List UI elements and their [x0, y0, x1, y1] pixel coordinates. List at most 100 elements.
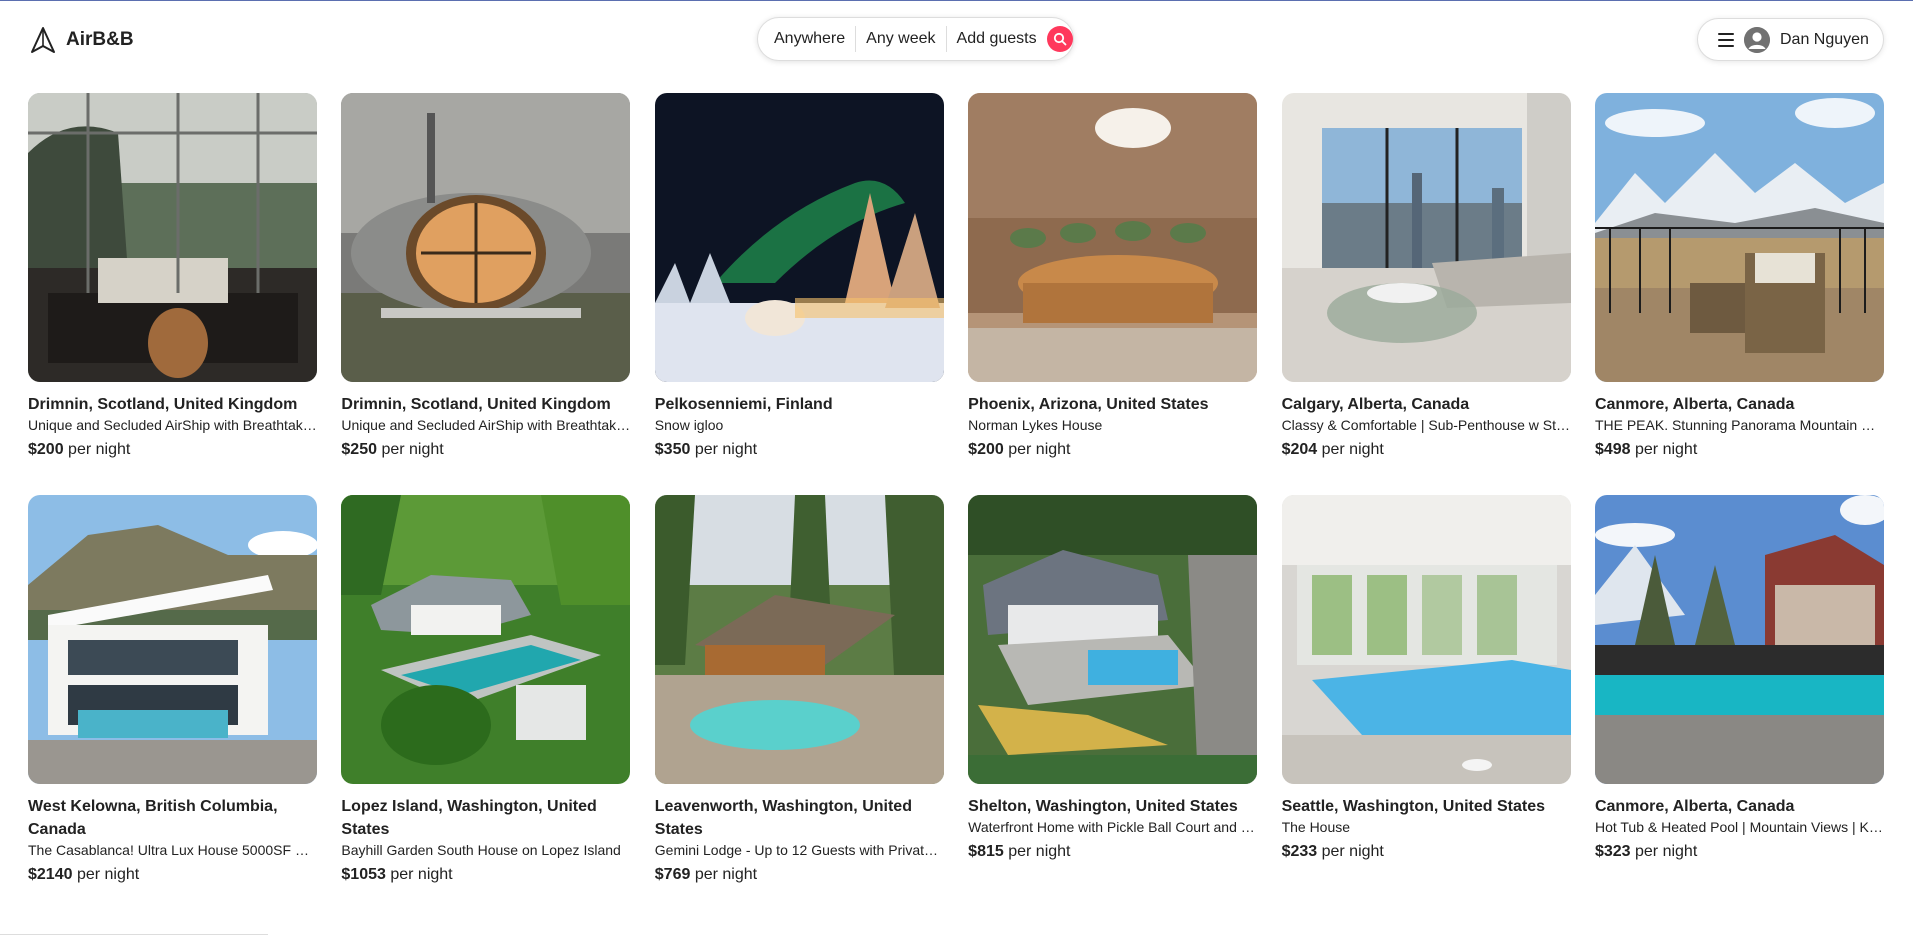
listing-title: Unique and Secluded AirShip with Breatht… — [341, 417, 631, 433]
brand-name: AirB&B — [66, 29, 134, 50]
top-navbar: AirB&B Anywhere Any week Add guests Dan … — [0, 1, 1913, 77]
search-guests-button[interactable]: Add guests — [947, 26, 1045, 52]
avatar — [1744, 26, 1770, 53]
listing-title: Waterfront Home with Pickle Ball Court a… — [968, 819, 1258, 835]
listing-location: Canmore, Alberta, Canada — [1594, 396, 1795, 413]
listing-title: The House — [1281, 819, 1351, 835]
listing-photo[interactable] — [341, 495, 631, 784]
listing-title: Bayhill Garden South House on Lopez Isla… — [341, 842, 621, 858]
listing-price: $769 per night — [655, 864, 944, 886]
listing-title: Unique and Secluded AirShip with Breatht… — [28, 417, 317, 433]
round-room-photo — [968, 93, 1258, 382]
price-unit: per night — [1321, 843, 1384, 860]
airship-photo — [341, 93, 631, 382]
indoor-pool-photo — [1281, 495, 1571, 784]
listing-photo[interactable] — [1594, 93, 1884, 382]
price-unit: per night — [1008, 441, 1071, 458]
price-amount: $2140 — [28, 866, 73, 883]
price-unit: per night — [694, 441, 758, 458]
user-icon — [1744, 26, 1770, 53]
aurora-photo — [654, 93, 944, 382]
listing-card[interactable]: Drimnin, Scotland, United Kingdom Unique… — [341, 93, 631, 495]
log-cabin-photo — [654, 495, 944, 784]
listings-grid: Drimnin, Scotland, United Kingdom Unique… — [28, 93, 1884, 886]
listing-card[interactable]: Drimnin, Scotland, United Kingdom Unique… — [28, 93, 317, 495]
listing-price: $323 per night — [1595, 841, 1884, 863]
price-amount: $204 — [1281, 441, 1318, 458]
listing-location: Pelkosenniemi, Finland — [654, 396, 833, 413]
listing-title: Gemini Lodge - Up to 12 Guests with Priv… — [654, 842, 944, 858]
price-unit: per night — [1635, 441, 1698, 458]
listing-location: Calgary, Alberta, Canada — [1281, 396, 1470, 413]
listing-photo[interactable] — [28, 93, 317, 382]
listing-card[interactable]: Leavenworth, Washington, United States G… — [654, 495, 944, 886]
listing-photo[interactable] — [1281, 495, 1571, 784]
price-amount: $200 — [968, 441, 1004, 458]
search-button[interactable] — [1046, 26, 1073, 52]
listing-title: The Casablanca! Ultra Lux House 5000SF P… — [28, 842, 317, 858]
listing-title: Snow igloo — [654, 417, 724, 433]
listing-location: Canmore, Alberta, Canada — [1594, 798, 1795, 815]
listing-price: $204 per night — [1282, 439, 1571, 461]
listing-photo[interactable] — [28, 495, 317, 784]
glass-office-photo — [28, 93, 317, 382]
price-unit: per night — [1635, 843, 1698, 860]
listing-title: Hot Tub & Heated Pool | Mountain Views |… — [1594, 819, 1884, 835]
penthouse-photo — [1281, 93, 1571, 382]
listing-card[interactable]: Canmore, Alberta, Canada THE PEAK. Stunn… — [1594, 93, 1884, 495]
listing-location: Phoenix, Arizona, United States — [968, 396, 1209, 413]
listing-card[interactable]: Phoenix, Arizona, United States Norman L… — [968, 93, 1258, 495]
price-amount: $350 — [654, 441, 691, 458]
listing-price: $498 per night — [1595, 439, 1884, 461]
waterfront-home-photo — [968, 495, 1258, 784]
listing-price: $233 per night — [1282, 841, 1571, 863]
user-menu-button[interactable]: Dan Nguyen — [1697, 18, 1884, 61]
listing-photo[interactable] — [654, 93, 944, 382]
price-unit: per night — [390, 866, 453, 883]
price-unit: per night — [76, 866, 140, 883]
listing-photo[interactable] — [1594, 495, 1884, 784]
price-amount: $200 — [28, 441, 64, 458]
listing-card[interactable]: Calgary, Alberta, Canada Classy & Comfor… — [1281, 93, 1571, 495]
price-amount: $498 — [1594, 441, 1631, 458]
listing-location: West Kelowna, British Columbia, Canada — [28, 798, 278, 838]
price-amount: $769 — [654, 866, 691, 883]
listing-location: Drimnin, Scotland, United Kingdom — [341, 396, 611, 413]
price-unit: per night — [1008, 843, 1071, 860]
search-where-button[interactable]: Anywhere — [758, 26, 857, 52]
search-bar[interactable]: Anywhere Any week Add guests — [757, 17, 1074, 61]
listing-price: $350 per night — [655, 439, 944, 461]
listing-price: $250 per night — [341, 439, 630, 461]
listing-card[interactable]: Pelkosenniemi, Finland Snow igloo $350 p… — [654, 93, 944, 495]
listing-photo[interactable] — [968, 93, 1258, 382]
price-amount: $1053 — [341, 866, 386, 883]
listing-price: $2140 per night — [28, 864, 317, 886]
price-amount: $233 — [1281, 843, 1318, 860]
listing-card[interactable]: Lopez Island, Washington, United States … — [341, 495, 631, 886]
search-when-button[interactable]: Any week — [856, 26, 947, 52]
listing-photo[interactable] — [341, 93, 631, 382]
brand-logo[interactable]: AirB&B — [28, 25, 134, 55]
listing-title: Norman Lykes House — [968, 417, 1103, 433]
listing-photo[interactable] — [654, 495, 944, 784]
listing-card[interactable]: Canmore, Alberta, Canada Hot Tub & Heate… — [1594, 495, 1884, 886]
logo-icon — [31, 27, 55, 53]
listing-price: $1053 per night — [341, 864, 630, 886]
resort-pool-photo — [1594, 495, 1884, 784]
listing-card[interactable]: West Kelowna, British Columbia, Canada T… — [28, 495, 317, 886]
listing-location: Shelton, Washington, United States — [968, 798, 1238, 815]
search-icon — [1053, 32, 1066, 46]
listing-location: Seattle, Washington, United States — [1281, 798, 1545, 815]
price-amount: $323 — [1594, 843, 1631, 860]
listing-location: Leavenworth, Washington, United States — [654, 798, 912, 838]
garden-pool-photo — [341, 495, 631, 784]
listing-photo[interactable] — [968, 495, 1258, 784]
listing-title: Classy & Comfortable | Sub-Penthouse w S… — [1281, 417, 1571, 433]
price-unit: per night — [1321, 441, 1384, 458]
listing-card[interactable]: Shelton, Washington, United States Water… — [968, 495, 1258, 886]
mountain-deck-photo — [1594, 93, 1884, 382]
listing-photo[interactable] — [1281, 93, 1571, 382]
listing-card[interactable]: Seattle, Washington, United States The H… — [1281, 495, 1571, 886]
hamburger-icon — [1718, 32, 1734, 47]
listing-price: $815 per night — [968, 841, 1257, 863]
